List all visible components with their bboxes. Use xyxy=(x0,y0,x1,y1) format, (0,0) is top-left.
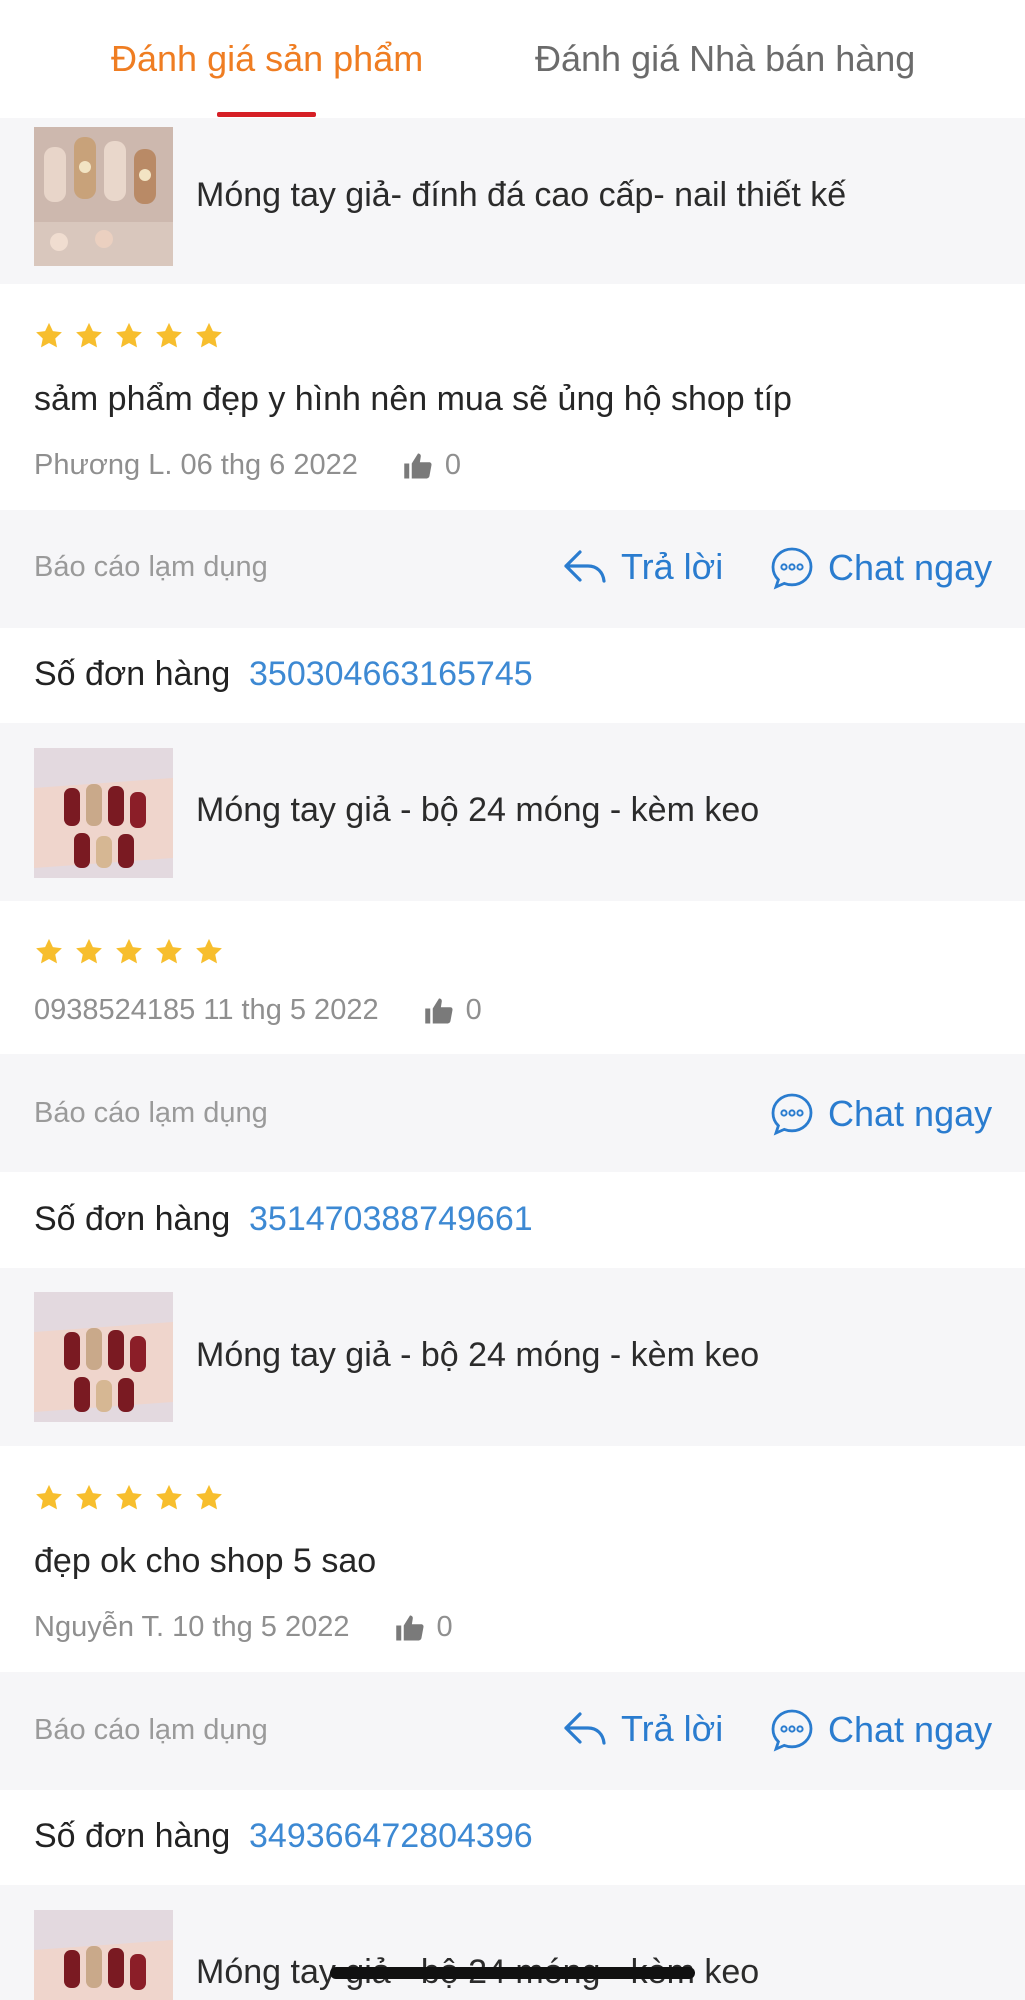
report-abuse-link[interactable]: Báo cáo lạm dụng xyxy=(34,551,268,584)
star-icon xyxy=(196,322,222,348)
reviewer-date: 0938524185 11 thg 5 2022 xyxy=(34,994,379,1026)
order-number-row: Số đơn hàng 350304663165745 xyxy=(0,628,1025,723)
active-tab-indicator xyxy=(217,112,316,117)
chat-now-button[interactable]: Chat ngay xyxy=(770,1708,992,1752)
tab-seller-reviews[interactable]: Đánh giá Nhà bán hàng xyxy=(535,38,915,80)
thumbs-up-icon xyxy=(395,1615,424,1640)
product-thumbnail[interactable] xyxy=(34,1292,173,1431)
star-icon xyxy=(76,1484,102,1510)
chat-now-label: Chat ngay xyxy=(828,547,993,588)
thumbs-up-icon xyxy=(424,998,453,1023)
star-icon xyxy=(36,938,62,964)
review-body: 0938524185 11 thg 5 2022 0 xyxy=(0,901,1025,1054)
review-text: sảm phẩm đẹp y hình nên mua sẽ ủng hộ sh… xyxy=(34,380,792,418)
reply-label: Trả lời xyxy=(621,546,724,587)
order-number-row: Số đơn hàng 349366472804396 xyxy=(0,1790,1025,1885)
chat-now-button[interactable]: Chat ngay xyxy=(770,546,992,590)
reply-label: Trả lời xyxy=(621,1708,724,1749)
like-button[interactable]: 0 xyxy=(403,449,461,482)
like-count: 0 xyxy=(465,994,482,1026)
chat-bubble-icon xyxy=(771,547,813,590)
reply-icon xyxy=(564,550,606,583)
star-icon xyxy=(76,322,102,348)
product-row[interactable]: Móng tay giả - bộ 24 móng - kèm keo xyxy=(0,723,1025,901)
star-icon xyxy=(156,938,182,964)
star-icon xyxy=(196,1484,222,1510)
review-meta: Nguyễn T. 10 thg 5 2022 0 xyxy=(34,1611,453,1644)
review-meta: Phương L. 06 thg 6 2022 0 xyxy=(34,449,461,482)
like-button[interactable]: 0 xyxy=(395,1611,453,1644)
star-icon xyxy=(36,1484,62,1510)
reviewer-date: Phương L. 06 thg 6 2022 xyxy=(34,449,358,481)
star-icon xyxy=(76,938,102,964)
product-name[interactable]: Móng tay giả - bộ 24 móng - kèm keo xyxy=(196,791,759,830)
product-row[interactable]: Móng tay giả - bộ 24 móng - kèm keo xyxy=(0,1885,1025,2000)
report-abuse-link[interactable]: Báo cáo lạm dụng xyxy=(34,1097,268,1130)
star-icon xyxy=(196,938,222,964)
chat-now-label: Chat ngay xyxy=(828,1709,993,1750)
product-thumbnail[interactable] xyxy=(34,748,173,887)
star-icon xyxy=(156,1484,182,1510)
reply-button[interactable]: Trả lời xyxy=(563,1708,723,1750)
review-tabs: Đánh giá sản phẩm Đánh giá Nhà bán hàng xyxy=(0,0,1025,118)
home-indicator[interactable] xyxy=(330,1967,695,1979)
star-icon xyxy=(36,322,62,348)
order-number-label: Số đơn hàng xyxy=(34,1200,231,1238)
reply-button[interactable]: Trả lời xyxy=(563,546,723,588)
star-icon xyxy=(116,1484,142,1510)
order-number-link[interactable]: 351470388749661 xyxy=(249,1200,533,1239)
star-rating xyxy=(34,1483,224,1513)
chat-now-button[interactable]: Chat ngay xyxy=(770,1092,992,1136)
order-number-label: Số đơn hàng xyxy=(34,655,231,693)
review-body: đẹp ok cho shop 5 sao Nguyễn T. 10 thg 5… xyxy=(0,1446,1025,1672)
reviewer-date: Nguyễn T. 10 thg 5 2022 xyxy=(34,1611,350,1643)
product-name[interactable]: Móng tay giả- đính đá cao cấp- nail thiế… xyxy=(196,176,846,215)
chat-bubble-icon xyxy=(771,1093,813,1136)
star-rating xyxy=(34,321,224,351)
star-icon xyxy=(116,938,142,964)
product-thumbnail[interactable] xyxy=(34,1910,173,2000)
star-icon xyxy=(116,322,142,348)
star-rating xyxy=(34,937,224,967)
review-actions: Báo cáo lạm dụng Trả lời Chat ngay xyxy=(0,510,1025,628)
like-count: 0 xyxy=(444,449,461,481)
review-text: đẹp ok cho shop 5 sao xyxy=(34,1542,377,1580)
like-button[interactable]: 0 xyxy=(424,994,482,1027)
star-icon xyxy=(156,322,182,348)
like-count: 0 xyxy=(436,1611,453,1643)
review-body: sảm phẩm đẹp y hình nên mua sẽ ủng hộ sh… xyxy=(0,284,1025,510)
report-abuse-link[interactable]: Báo cáo lạm dụng xyxy=(34,1714,268,1747)
product-row[interactable]: Móng tay giả- đính đá cao cấp- nail thiế… xyxy=(0,118,1025,284)
review-actions: Báo cáo lạm dụng Chat ngay xyxy=(0,1054,1025,1172)
chat-bubble-icon xyxy=(771,1709,813,1752)
order-number-label: Số đơn hàng xyxy=(34,1817,231,1855)
product-name[interactable]: Móng tay giả - bộ 24 móng - kèm keo xyxy=(196,1336,759,1375)
order-number-link[interactable]: 349366472804396 xyxy=(249,1817,533,1856)
tab-product-reviews[interactable]: Đánh giá sản phẩm xyxy=(111,38,423,80)
product-row[interactable]: Móng tay giả - bộ 24 móng - kèm keo xyxy=(0,1268,1025,1446)
order-number-row: Số đơn hàng 351470388749661 xyxy=(0,1172,1025,1268)
order-number-link[interactable]: 350304663165745 xyxy=(249,655,533,694)
reply-icon xyxy=(564,1712,606,1745)
thumbs-up-icon xyxy=(404,453,432,478)
product-thumbnail[interactable] xyxy=(34,127,173,266)
review-meta: 0938524185 11 thg 5 2022 0 xyxy=(34,994,482,1027)
review-actions: Báo cáo lạm dụng Trả lời Chat ngay xyxy=(0,1672,1025,1790)
chat-now-label: Chat ngay xyxy=(828,1093,993,1134)
